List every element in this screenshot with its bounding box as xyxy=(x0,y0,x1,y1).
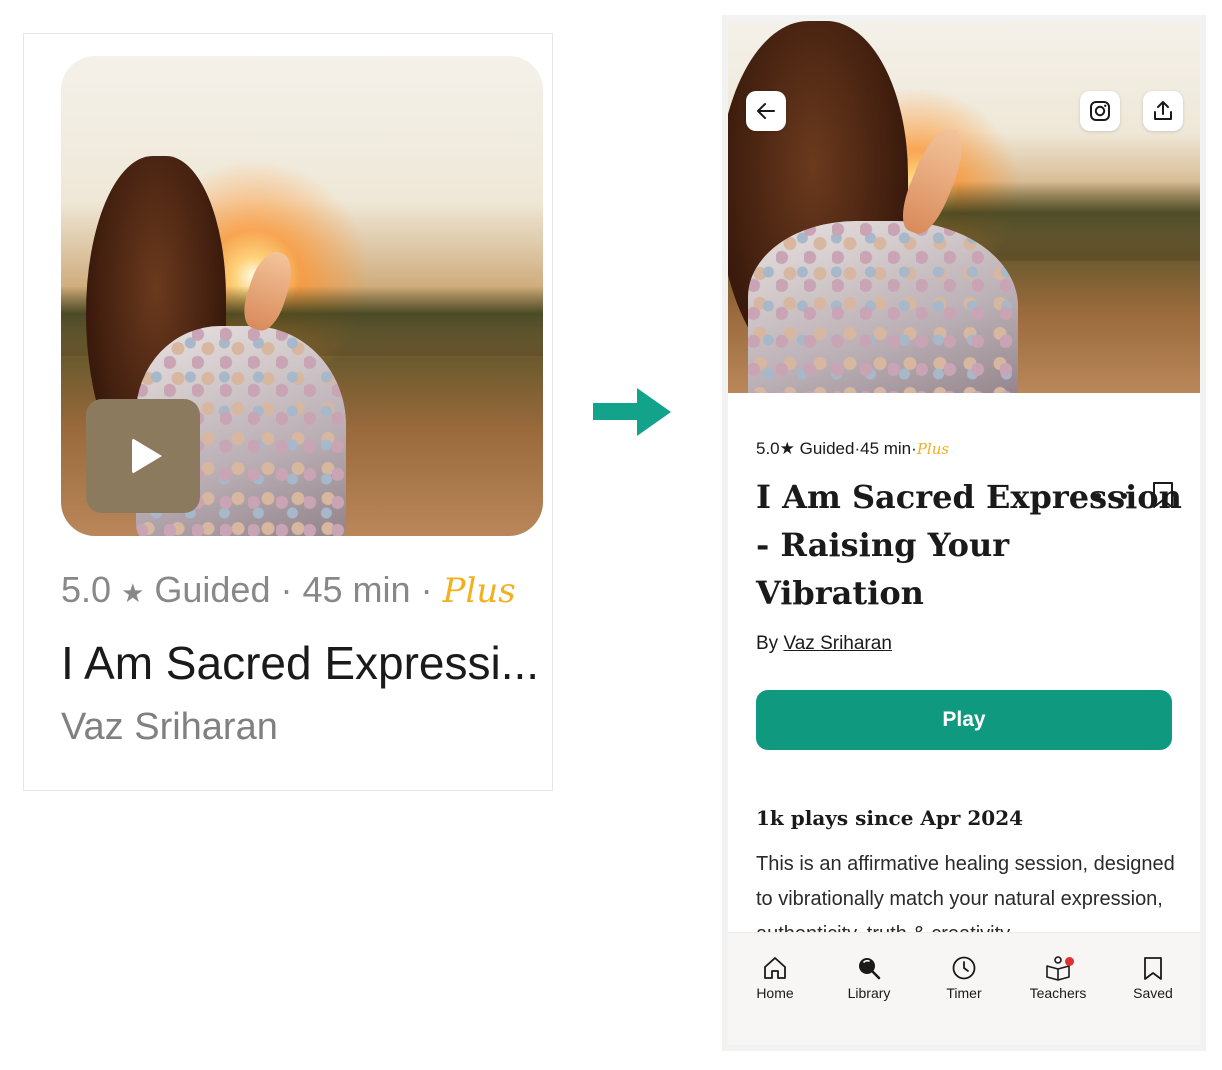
rating: 5.0★ xyxy=(756,439,795,458)
tab-label: Library xyxy=(847,985,891,1001)
share-button[interactable] xyxy=(1143,91,1183,131)
plus-badge: Plus xyxy=(442,571,516,611)
bottom-tab-bar: Home Library Timer Teachers Saved xyxy=(728,932,1200,1045)
play-button[interactable]: Play xyxy=(756,690,1172,750)
plays-heading: 1k plays since Apr 2024 xyxy=(756,806,1024,830)
transition-arrow-icon xyxy=(593,388,673,436)
instagram-icon xyxy=(1090,101,1110,121)
star-icon: ★ xyxy=(121,578,145,608)
play-icon xyxy=(132,438,162,474)
duration: 45 min xyxy=(860,439,912,458)
detail-meta: 5.0★ Guided·45 min·Plus xyxy=(756,439,949,459)
phone-frame: 5.0★ Guided·45 min·Plus I Am Sacred Expr… xyxy=(722,15,1206,1051)
tab-label: Saved xyxy=(1133,985,1173,1001)
tab-library[interactable]: Library xyxy=(829,955,909,1001)
meditation-card[interactable]: 5.0 ★ Guided · 45 min · Plus I Am Sacred… xyxy=(23,33,553,791)
home-icon xyxy=(764,957,786,979)
separator: · xyxy=(280,569,293,610)
back-arrow-icon xyxy=(757,103,775,119)
duration: 45 min xyxy=(302,569,411,610)
timer-icon xyxy=(952,956,976,980)
tab-saved[interactable]: Saved xyxy=(1113,955,1193,1001)
saved-icon xyxy=(1144,957,1162,980)
rating: 5.0 xyxy=(61,569,112,610)
plus-badge: Plus xyxy=(916,440,950,458)
tab-timer[interactable]: Timer xyxy=(924,955,1004,1001)
author-prefix: By xyxy=(756,633,779,654)
card-author[interactable]: Vaz Sriharan xyxy=(61,706,278,749)
separator: · xyxy=(420,569,433,610)
tab-teachers[interactable]: Teachers xyxy=(1018,955,1098,1001)
tab-home[interactable]: Home xyxy=(735,955,815,1001)
library-icon xyxy=(859,958,881,980)
more-options-icon[interactable] xyxy=(1095,493,1127,501)
tab-label: Teachers xyxy=(1029,985,1087,1001)
card-cover-image[interactable] xyxy=(61,56,543,536)
play-button[interactable] xyxy=(86,399,200,513)
notification-badge xyxy=(1065,957,1074,966)
detail-screen: 5.0★ Guided·45 min·Plus I Am Sacred Expr… xyxy=(728,21,1200,1045)
author-link[interactable]: Vaz Sriharan xyxy=(783,633,891,654)
bookmark-icon[interactable] xyxy=(1152,481,1174,509)
detail-cover-image xyxy=(728,21,1200,393)
back-button[interactable] xyxy=(746,91,786,131)
tab-label: Home xyxy=(756,985,794,1001)
tab-label: Timer xyxy=(946,985,982,1001)
instagram-share-button[interactable] xyxy=(1080,91,1120,131)
session-type: Guided xyxy=(799,439,855,458)
detail-author: By Vaz Sriharan xyxy=(756,633,892,655)
session-type: Guided xyxy=(154,569,271,610)
share-icon xyxy=(1154,101,1172,120)
card-meta: 5.0 ★ Guided · 45 min · Plus xyxy=(61,569,516,611)
card-title[interactable]: I Am Sacred Expressi... xyxy=(61,636,541,690)
